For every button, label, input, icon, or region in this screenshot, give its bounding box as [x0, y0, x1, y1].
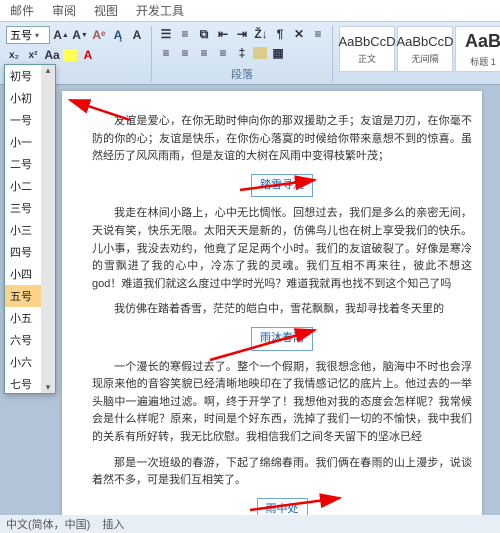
menu-devtools[interactable]: 开发工具 [136, 2, 184, 19]
font-size-option[interactable]: 初号 [5, 65, 41, 87]
line-spacing-icon[interactable]: ‡ [234, 45, 250, 61]
char-style-icon[interactable]: Ą [110, 27, 126, 43]
status-language[interactable]: 中文(简体，中国) [6, 516, 90, 532]
paragraph-label: 段落 [158, 66, 326, 82]
status-mode[interactable]: 插入 [102, 516, 124, 532]
document-area: 友谊是爱心，在你无助时伸向你的那双援助之手；友谊是刀刃，在你毫不防的你的心；友谊… [0, 85, 500, 520]
para-3: 我仿佛在踏着香雪，茫茫的皑白中，雪花飘飘，我却寻找着冬天里的 [92, 301, 472, 319]
scroll-up-icon[interactable]: ▴ [46, 65, 51, 76]
para-1: 友谊是爱心，在你无助时伸向你的那双援助之手；友谊是刀刃，在你毫不防的你的心；友谊… [92, 113, 472, 166]
align-c-icon[interactable]: ≡ [177, 45, 193, 61]
page[interactable]: 友谊是爱心，在你无助时伸向你的那双援助之手；友谊是刀刃，在你毫不防的你的心；友谊… [62, 91, 482, 520]
align-j-icon[interactable]: ≡ [215, 45, 231, 61]
super-sub-icon[interactable]: x₂ [6, 47, 22, 63]
borders-icon[interactable]: ▦ [270, 45, 286, 61]
font-size-option[interactable]: 六号 [5, 329, 41, 351]
para-4: 一个漫长的寒假过去了。整个一个假期，我很想念他，脑海中不时也会浮现原来他的音容笑… [92, 359, 472, 447]
font-size-dropdown: 初号小初一号小一二号小二三号小三四号小四五号小五六号小六七号八号55.56.57… [4, 64, 56, 394]
font-size-option[interactable]: 小一 [5, 131, 41, 153]
styles-gallery: AaBbCcD 正文 AaBbCcD 无间隔 AaB 标题 1 AaBb 标题 … [339, 26, 500, 82]
align-left-icon[interactable]: ≡ [310, 26, 326, 42]
menubar: 邮件 审阅 视图 开发工具 [0, 0, 500, 22]
para-5: 那是一次班级的春游，下起了绵绵春雨。我们俩在春雨的山上漫步，说谈着然不多，可是我… [92, 455, 472, 490]
sup-icon[interactable]: x² [25, 47, 41, 63]
chevron-down-icon: ▾ [35, 31, 39, 40]
menu-mail[interactable]: 邮件 [10, 2, 34, 19]
font-size-option[interactable]: 二号 [5, 153, 41, 175]
sort-icon[interactable]: Ž↓ [253, 26, 269, 42]
font-size-value: 五号 [10, 27, 32, 43]
font-size-combo[interactable]: 五号 ▾ [6, 26, 50, 44]
paragraph-group: ☰ ≡ ⧉ ⇤ ⇥ Ž↓ ¶ ✕ ≡ ≡ ≡ ≡ ≡ ‡ ▦ 段落 [158, 26, 333, 82]
case-icon[interactable]: Aa [44, 47, 60, 63]
indent-inc-icon[interactable]: ⇥ [234, 26, 250, 42]
scrollbar[interactable]: ▴ ▾ [41, 65, 55, 393]
font-size-option[interactable]: 小六 [5, 351, 41, 373]
highlight-icon[interactable] [63, 49, 77, 61]
clear-format-icon[interactable]: Aᵉ [91, 27, 107, 43]
menu-review[interactable]: 审阅 [52, 2, 76, 19]
status-bar: 中文(简体，中国) 插入 [0, 515, 500, 533]
font-style-a-icon[interactable]: A [129, 27, 145, 43]
menu-view[interactable]: 视图 [94, 2, 118, 19]
align-l-icon[interactable]: ≡ [158, 45, 174, 61]
font-size-option[interactable]: 一号 [5, 109, 41, 131]
multilevel-icon[interactable]: ⧉ [196, 26, 212, 42]
shading-icon[interactable] [253, 47, 267, 59]
font-size-option[interactable]: 小初 [5, 87, 41, 109]
font-size-option[interactable]: 小四 [5, 263, 41, 285]
style-normal[interactable]: AaBbCcD 正文 [339, 26, 395, 72]
font-size-option[interactable]: 小五 [5, 307, 41, 329]
font-color-icon[interactable]: A [80, 47, 96, 63]
indent-dec-icon[interactable]: ⇤ [215, 26, 231, 42]
heading-2[interactable]: 雨沐春雨 [251, 327, 313, 351]
paragraph-marks-icon[interactable]: ¶ [272, 26, 288, 42]
numbering-icon[interactable]: ≡ [177, 26, 193, 42]
grow-font-icon[interactable]: A▲ [53, 27, 69, 43]
style-nospace[interactable]: AaBbCcD 无间隔 [397, 26, 453, 72]
font-size-option[interactable]: 五号 [5, 285, 41, 307]
bullets-icon[interactable]: ☰ [158, 26, 174, 42]
scroll-down-icon[interactable]: ▾ [46, 382, 51, 393]
heading-1[interactable]: 踏雪寻友 [251, 174, 313, 198]
align-dist-icon[interactable]: ✕ [291, 26, 307, 42]
font-size-option[interactable]: 三号 [5, 197, 41, 219]
shrink-font-icon[interactable]: A▼ [72, 27, 88, 43]
font-size-option[interactable]: 小三 [5, 219, 41, 241]
font-size-option[interactable]: 小二 [5, 175, 41, 197]
ribbon: 五号 ▾ A▲ A▼ Aᵉ Ą A x₂ x² Aa A ☰ ≡ ⧉ ⇤ ⇥ Ž… [0, 22, 500, 85]
font-size-list[interactable]: 初号小初一号小一二号小二三号小三四号小四五号小五六号小六七号八号55.56.57… [5, 65, 41, 393]
para-2: 我走在林间小路上，心中无比惆怅。回想过去，我们是多么的亲密无间，天说有笑，快乐无… [92, 205, 472, 293]
font-size-option[interactable]: 七号 [5, 373, 41, 393]
style-heading1[interactable]: AaB 标题 1 [455, 26, 500, 72]
font-size-option[interactable]: 四号 [5, 241, 41, 263]
align-r-icon[interactable]: ≡ [196, 45, 212, 61]
